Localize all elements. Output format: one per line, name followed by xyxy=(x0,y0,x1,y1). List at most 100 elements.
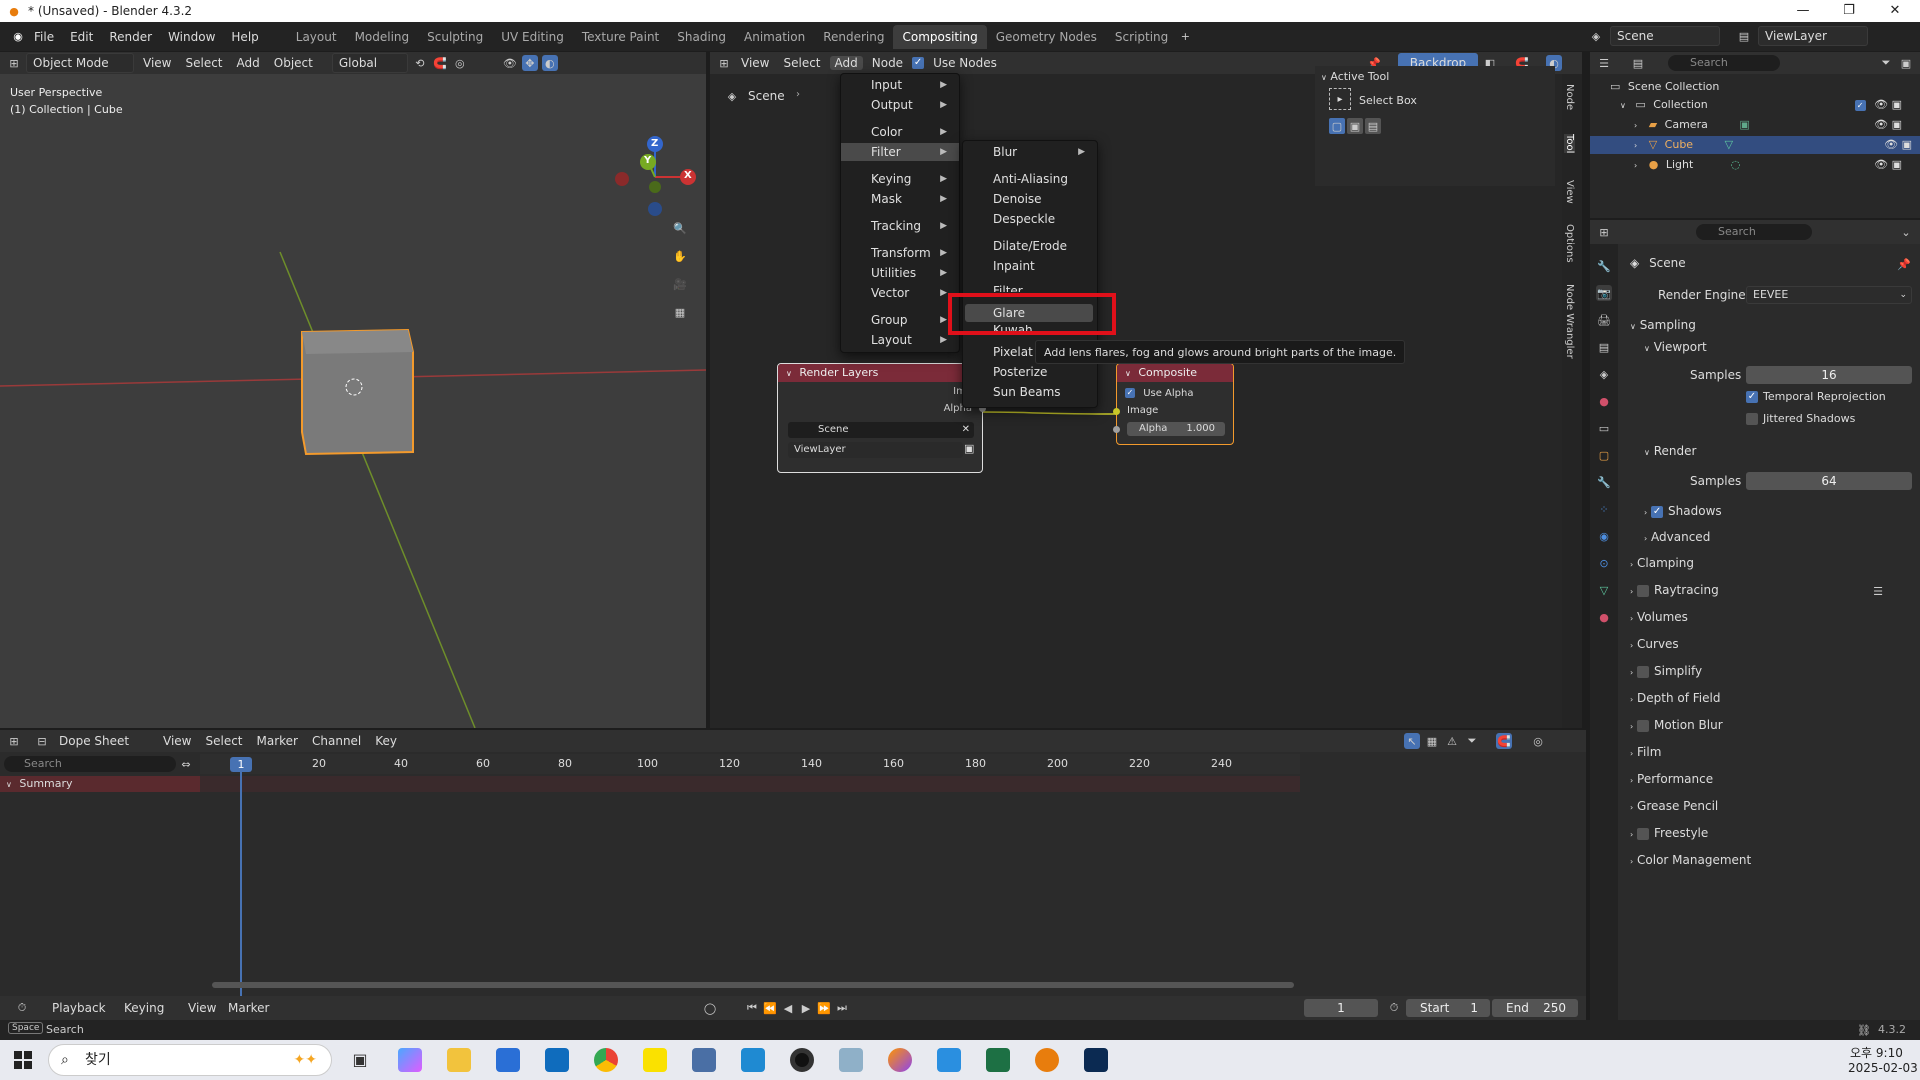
proportional-icon[interactable]: ◎ xyxy=(1530,733,1546,749)
close-icon[interactable]: ✕ xyxy=(1872,0,1918,22)
raytracing-panel[interactable]: › Raytracing xyxy=(1630,583,1719,597)
jump-end-icon[interactable]: ⏭ xyxy=(834,1000,850,1016)
eye-icon[interactable]: 👁 xyxy=(1874,118,1888,131)
dope-search-input[interactable]: Search xyxy=(4,756,176,772)
excel-icon[interactable] xyxy=(986,1048,1010,1072)
taskbar-search[interactable]: ⌕ 찾기 ✦✦ xyxy=(48,1044,332,1076)
select-mode-subtract-icon[interactable]: ▤ xyxy=(1365,118,1381,134)
depth-of-field-panel[interactable]: › Depth of Field xyxy=(1630,691,1720,705)
menu-edit[interactable]: Edit xyxy=(62,24,101,50)
volumes-panel[interactable]: › Volumes xyxy=(1630,610,1688,624)
new-collection-icon[interactable]: ▣ xyxy=(1898,55,1914,71)
playhead[interactable] xyxy=(240,772,242,998)
performance-panel[interactable]: › Performance xyxy=(1630,772,1713,786)
render-layers-header[interactable]: ∨ Render Layers xyxy=(778,364,982,382)
current-frame-badge[interactable]: 1 xyxy=(230,757,252,772)
play-icon[interactable]: ▶ xyxy=(798,1000,814,1016)
pan-hand-icon[interactable]: ✋ xyxy=(672,248,688,264)
film-panel[interactable]: › Film xyxy=(1630,745,1661,759)
display-mode-icon[interactable]: ▤ xyxy=(1630,55,1646,71)
outliner-cube[interactable]: › ▽ Cube ▽ 👁 ▣ xyxy=(1590,136,1920,154)
grid-view-icon[interactable]: ▦ xyxy=(672,304,688,320)
3d-viewport[interactable]: ⊞ Object Mode View Select Add Object Glo… xyxy=(0,52,706,728)
blender-menu-icon[interactable]: ◉ xyxy=(10,29,26,45)
freestyle-panel[interactable]: › Freestyle xyxy=(1630,826,1708,840)
tab-modeling[interactable]: Modeling xyxy=(346,25,419,49)
clamping-panel[interactable]: › Clamping xyxy=(1630,556,1694,570)
start-frame-field[interactable]: Start 1 xyxy=(1406,999,1490,1017)
dope-menu-marker[interactable]: Marker xyxy=(252,734,303,748)
data-tab-icon[interactable]: ▽ xyxy=(1596,582,1612,598)
tab-rendering[interactable]: Rendering xyxy=(814,25,893,49)
outlook-icon[interactable] xyxy=(545,1048,569,1072)
expand-chevron-icon[interactable]: › xyxy=(1634,121,1637,130)
menu-file[interactable]: File xyxy=(26,24,62,50)
modifier-tab-icon[interactable]: 🔧 xyxy=(1596,474,1612,490)
simplify-panel[interactable]: › Simplify xyxy=(1630,664,1702,678)
blender-taskbar-icon[interactable] xyxy=(1035,1048,1059,1072)
list-icon[interactable]: ☰ xyxy=(1870,583,1886,599)
stopwatch-icon[interactable]: ⏱ xyxy=(1386,1000,1402,1016)
summary-channel[interactable]: ∨ Summary xyxy=(0,776,200,792)
output-tab-icon[interactable]: 🖨 xyxy=(1596,312,1612,328)
tab-sculpting[interactable]: Sculpting xyxy=(418,25,492,49)
timeline-menu-keying[interactable]: Keying xyxy=(124,1001,164,1015)
raytracing-checkbox[interactable] xyxy=(1637,584,1650,597)
filter-posterize[interactable]: Posterize xyxy=(963,363,1097,381)
tab-node[interactable]: Node xyxy=(1564,84,1575,110)
collection-checkbox[interactable]: ✓ xyxy=(1854,99,1866,111)
expand-chevron-icon[interactable]: ∨ xyxy=(1620,101,1626,110)
add-menu-keying[interactable]: Keying ▶ xyxy=(841,170,959,188)
camera-render-icon[interactable]: ▣ xyxy=(1892,118,1902,131)
pin-icon[interactable]: 📌 xyxy=(1896,256,1912,272)
render-layers-node[interactable]: ∨ Render Layers Ima Alpha Scene ✕ ViewLa… xyxy=(777,363,986,473)
viewport-samples-field[interactable]: 16 xyxy=(1746,366,1912,384)
tab-geometry-nodes[interactable]: Geometry Nodes xyxy=(987,25,1106,49)
windows-start-icon[interactable] xyxy=(14,1051,32,1069)
scene-tab-icon[interactable]: ◈ xyxy=(1596,366,1612,382)
render-tab-icon[interactable]: 📷 xyxy=(1596,285,1612,301)
timeline-menu-marker[interactable]: Marker xyxy=(228,1001,269,1015)
object-tab-icon[interactable]: ▢ xyxy=(1596,447,1612,463)
tab-node-wrangler[interactable]: Node Wrangler xyxy=(1564,284,1575,359)
filter-pixelate[interactable]: Pixelate xyxy=(963,343,1033,361)
composite-alpha-field[interactable]: Alpha 1.000 xyxy=(1127,422,1225,436)
prev-keyframe-icon[interactable]: ⏪ xyxy=(762,1000,778,1016)
dope-sheet-type-icon[interactable]: ⊞ xyxy=(6,733,22,749)
jump-start-icon[interactable]: ⏮ xyxy=(744,1000,760,1016)
add-menu-vector[interactable]: Vector ▶ xyxy=(841,284,959,302)
tab-animation[interactable]: Animation xyxy=(735,25,814,49)
dope-filter-icon[interactable]: ⏷ xyxy=(1464,733,1480,749)
outliner-search-input[interactable]: Search xyxy=(1668,55,1780,71)
tab-view[interactable]: View xyxy=(1564,180,1575,204)
filter-denoise[interactable]: Denoise xyxy=(963,190,1097,208)
outliner-type-icon[interactable]: ☰ xyxy=(1596,55,1612,71)
tab-texture-paint[interactable]: Texture Paint xyxy=(573,25,668,49)
end-frame-field[interactable]: End 250 xyxy=(1492,999,1578,1017)
timeline-type-icon[interactable]: ⏱ xyxy=(14,1000,30,1016)
dope-menu-select[interactable]: Select xyxy=(200,734,247,748)
grease-pencil-panel[interactable]: › Grease Pencil xyxy=(1630,799,1718,813)
filter-icon[interactable]: ⏷ xyxy=(1878,55,1894,71)
menu-render[interactable]: Render xyxy=(101,24,160,50)
file-explorer-icon[interactable] xyxy=(447,1048,471,1072)
world-tab-icon[interactable]: ● xyxy=(1596,393,1612,409)
properties-search-input[interactable]: Search xyxy=(1696,224,1812,240)
camera-render-icon[interactable]: ▣ xyxy=(1902,138,1912,151)
zoom-icon[interactable]: 🔍 xyxy=(672,220,688,236)
add-workspace-icon[interactable]: + xyxy=(1177,29,1193,45)
timeline-menu-playback[interactable]: Playback xyxy=(52,1001,106,1015)
scene-selector[interactable]: Scene xyxy=(1610,26,1720,46)
dope-sheet[interactable]: ⊞ ⊟ Dope Sheet View Select Marker Channe… xyxy=(0,730,1586,998)
firefox-icon[interactable] xyxy=(888,1048,912,1072)
render-engine-select[interactable]: EEVEE ⌄ xyxy=(1746,286,1912,304)
expand-chevron-icon[interactable]: › xyxy=(1634,161,1637,170)
next-keyframe-icon[interactable]: ⏩ xyxy=(816,1000,832,1016)
app-icon[interactable] xyxy=(839,1048,863,1072)
current-frame-field[interactable]: 1 xyxy=(1304,999,1378,1017)
tab-compositing[interactable]: Compositing xyxy=(893,24,987,49)
tab-layout[interactable]: Layout xyxy=(287,25,346,49)
advanced-subpanel-header[interactable]: › Advanced xyxy=(1644,530,1710,544)
constraints-tab-icon[interactable]: ⊙ xyxy=(1596,555,1612,571)
photoshop-icon[interactable] xyxy=(1084,1048,1108,1072)
